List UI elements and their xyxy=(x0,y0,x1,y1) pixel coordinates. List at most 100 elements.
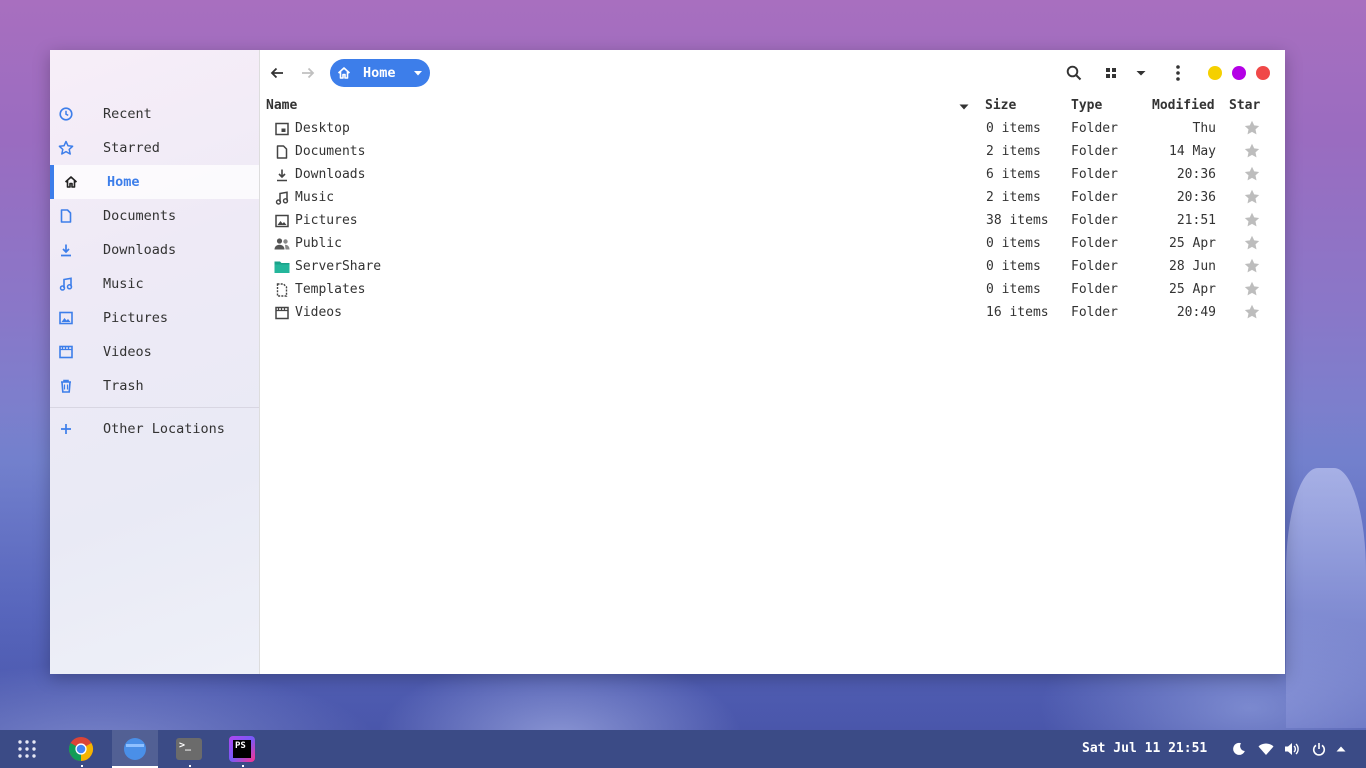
wallpaper-trees xyxy=(1286,468,1366,728)
sidebar-item-label: Recent xyxy=(103,106,152,122)
file-name: Templates xyxy=(295,282,366,297)
public-folder-icon xyxy=(274,236,290,252)
sidebar-item-label: Home xyxy=(107,174,140,190)
file-modified: 25 Apr xyxy=(1169,236,1216,251)
file-row-music[interactable]: Music 2 items Folder 20:36 xyxy=(260,186,1285,209)
close-button[interactable] xyxy=(1256,66,1270,80)
file-modified: 25 Apr xyxy=(1169,282,1216,297)
files-window: Recent Starred Home Documents Downloads … xyxy=(50,50,1285,674)
sidebar-item-downloads[interactable]: Downloads xyxy=(50,233,259,267)
file-row-templates[interactable]: Templates 0 items Folder 25 Apr xyxy=(260,278,1285,301)
template-folder-icon xyxy=(274,282,290,298)
star-toggle-icon[interactable] xyxy=(1244,189,1260,205)
file-name: Music xyxy=(295,190,335,205)
sidebar-item-label: Videos xyxy=(103,344,152,360)
sidebar-item-label: Starred xyxy=(103,140,160,156)
file-type: Folder xyxy=(1071,282,1118,297)
sidebar-separator xyxy=(50,407,259,408)
menu-button[interactable] xyxy=(1164,61,1192,85)
phpstorm-launcher[interactable]: PS xyxy=(219,730,265,768)
file-type: Folder xyxy=(1071,190,1118,205)
sidebar-item-label: Other Locations xyxy=(103,421,225,437)
star-toggle-icon[interactable] xyxy=(1244,143,1260,159)
column-name-header[interactable]: Name xyxy=(266,98,297,113)
list-header: Name Size Type Modified Star xyxy=(260,96,1285,118)
file-size: 0 items xyxy=(986,282,1041,297)
file-name: Videos xyxy=(295,305,342,320)
file-row-videos[interactable]: Videos 16 items Folder 20:49 xyxy=(260,301,1285,324)
view-options-button[interactable] xyxy=(1127,61,1155,85)
clock[interactable]: Sat Jul 11 21:51 xyxy=(1082,741,1207,756)
file-type: Folder xyxy=(1071,213,1118,228)
star-toggle-icon[interactable] xyxy=(1244,304,1260,320)
chrome-icon xyxy=(68,737,94,761)
file-row-documents[interactable]: Documents 2 items Folder 14 May xyxy=(260,140,1285,163)
file-type: Folder xyxy=(1071,305,1118,320)
maximize-button[interactable] xyxy=(1232,66,1246,80)
sidebar-item-starred[interactable]: Starred xyxy=(50,131,259,165)
back-button[interactable] xyxy=(263,61,291,85)
file-modified: 14 May xyxy=(1169,144,1216,159)
file-type: Folder xyxy=(1071,121,1118,136)
chevron-up-icon[interactable] xyxy=(1333,741,1349,757)
volume-icon[interactable] xyxy=(1284,741,1300,757)
video-icon xyxy=(58,344,74,360)
path-bar-home[interactable]: Home xyxy=(330,59,430,87)
file-row-servershare[interactable]: ServerShare 0 items Folder 28 Jun xyxy=(260,255,1285,278)
power-icon[interactable] xyxy=(1311,741,1327,757)
view-grid-button[interactable] xyxy=(1097,61,1125,85)
file-size: 16 items xyxy=(986,305,1049,320)
forward-button[interactable] xyxy=(294,61,322,85)
terminal-launcher[interactable]: >_ xyxy=(166,730,212,768)
sidebar-item-recent[interactable]: Recent xyxy=(50,97,259,131)
star-toggle-icon[interactable] xyxy=(1244,258,1260,274)
star-toggle-icon[interactable] xyxy=(1244,281,1260,297)
file-size: 38 items xyxy=(986,213,1049,228)
night-light-icon[interactable] xyxy=(1231,741,1247,757)
app-grid-icon xyxy=(18,740,36,758)
phpstorm-label: PS xyxy=(233,740,251,758)
sidebar-item-music[interactable]: Music xyxy=(50,267,259,301)
music-icon xyxy=(58,276,74,292)
sort-descending-icon[interactable] xyxy=(959,102,969,112)
app-grid-button[interactable] xyxy=(4,730,50,768)
file-row-pictures[interactable]: Pictures 38 items Folder 21:51 xyxy=(260,209,1285,232)
chrome-launcher[interactable] xyxy=(58,730,104,768)
document-icon xyxy=(58,208,74,224)
running-indicator xyxy=(81,765,83,767)
star-toggle-icon[interactable] xyxy=(1244,120,1260,136)
file-row-downloads[interactable]: Downloads 6 items Folder 20:36 xyxy=(260,163,1285,186)
file-modified: 20:36 xyxy=(1176,190,1216,205)
file-list: Desktop 0 items Folder Thu Documents 2 i… xyxy=(260,117,1285,324)
column-modified-header[interactable]: Modified xyxy=(1152,98,1215,113)
sidebar-item-other-locations[interactable]: Other Locations xyxy=(50,412,259,446)
star-toggle-icon[interactable] xyxy=(1244,166,1260,182)
file-modified: 20:36 xyxy=(1176,167,1216,182)
file-row-public[interactable]: Public 0 items Folder 25 Apr xyxy=(260,232,1285,255)
toolbar: Home xyxy=(260,50,1285,96)
star-toggle-icon[interactable] xyxy=(1244,235,1260,251)
column-size-header[interactable]: Size xyxy=(985,98,1016,113)
wifi-icon[interactable] xyxy=(1258,741,1274,757)
path-menu-caret-icon[interactable] xyxy=(412,67,424,79)
sidebar-item-documents[interactable]: Documents xyxy=(50,199,259,233)
sidebar-item-pictures[interactable]: Pictures xyxy=(50,301,259,335)
main-pane: Home Name Size Type Modified Star Deskto… xyxy=(260,50,1285,674)
files-launcher[interactable] xyxy=(112,730,158,768)
search-button[interactable] xyxy=(1060,61,1088,85)
file-size: 6 items xyxy=(986,167,1041,182)
file-name: Documents xyxy=(295,144,366,159)
file-type: Folder xyxy=(1071,236,1118,251)
column-type-header[interactable]: Type xyxy=(1071,98,1102,113)
column-star-header[interactable]: Star xyxy=(1229,98,1260,113)
sidebar-item-home[interactable]: Home xyxy=(50,165,259,199)
minimize-button[interactable] xyxy=(1208,66,1222,80)
file-type: Folder xyxy=(1071,167,1118,182)
star-toggle-icon[interactable] xyxy=(1244,212,1260,228)
file-size: 0 items xyxy=(986,259,1041,274)
sidebar-item-videos[interactable]: Videos xyxy=(50,335,259,369)
sidebar-item-trash[interactable]: Trash xyxy=(50,369,259,403)
file-size: 2 items xyxy=(986,144,1041,159)
file-row-desktop[interactable]: Desktop 0 items Folder Thu xyxy=(260,117,1285,140)
arrow-right-icon xyxy=(302,67,315,79)
